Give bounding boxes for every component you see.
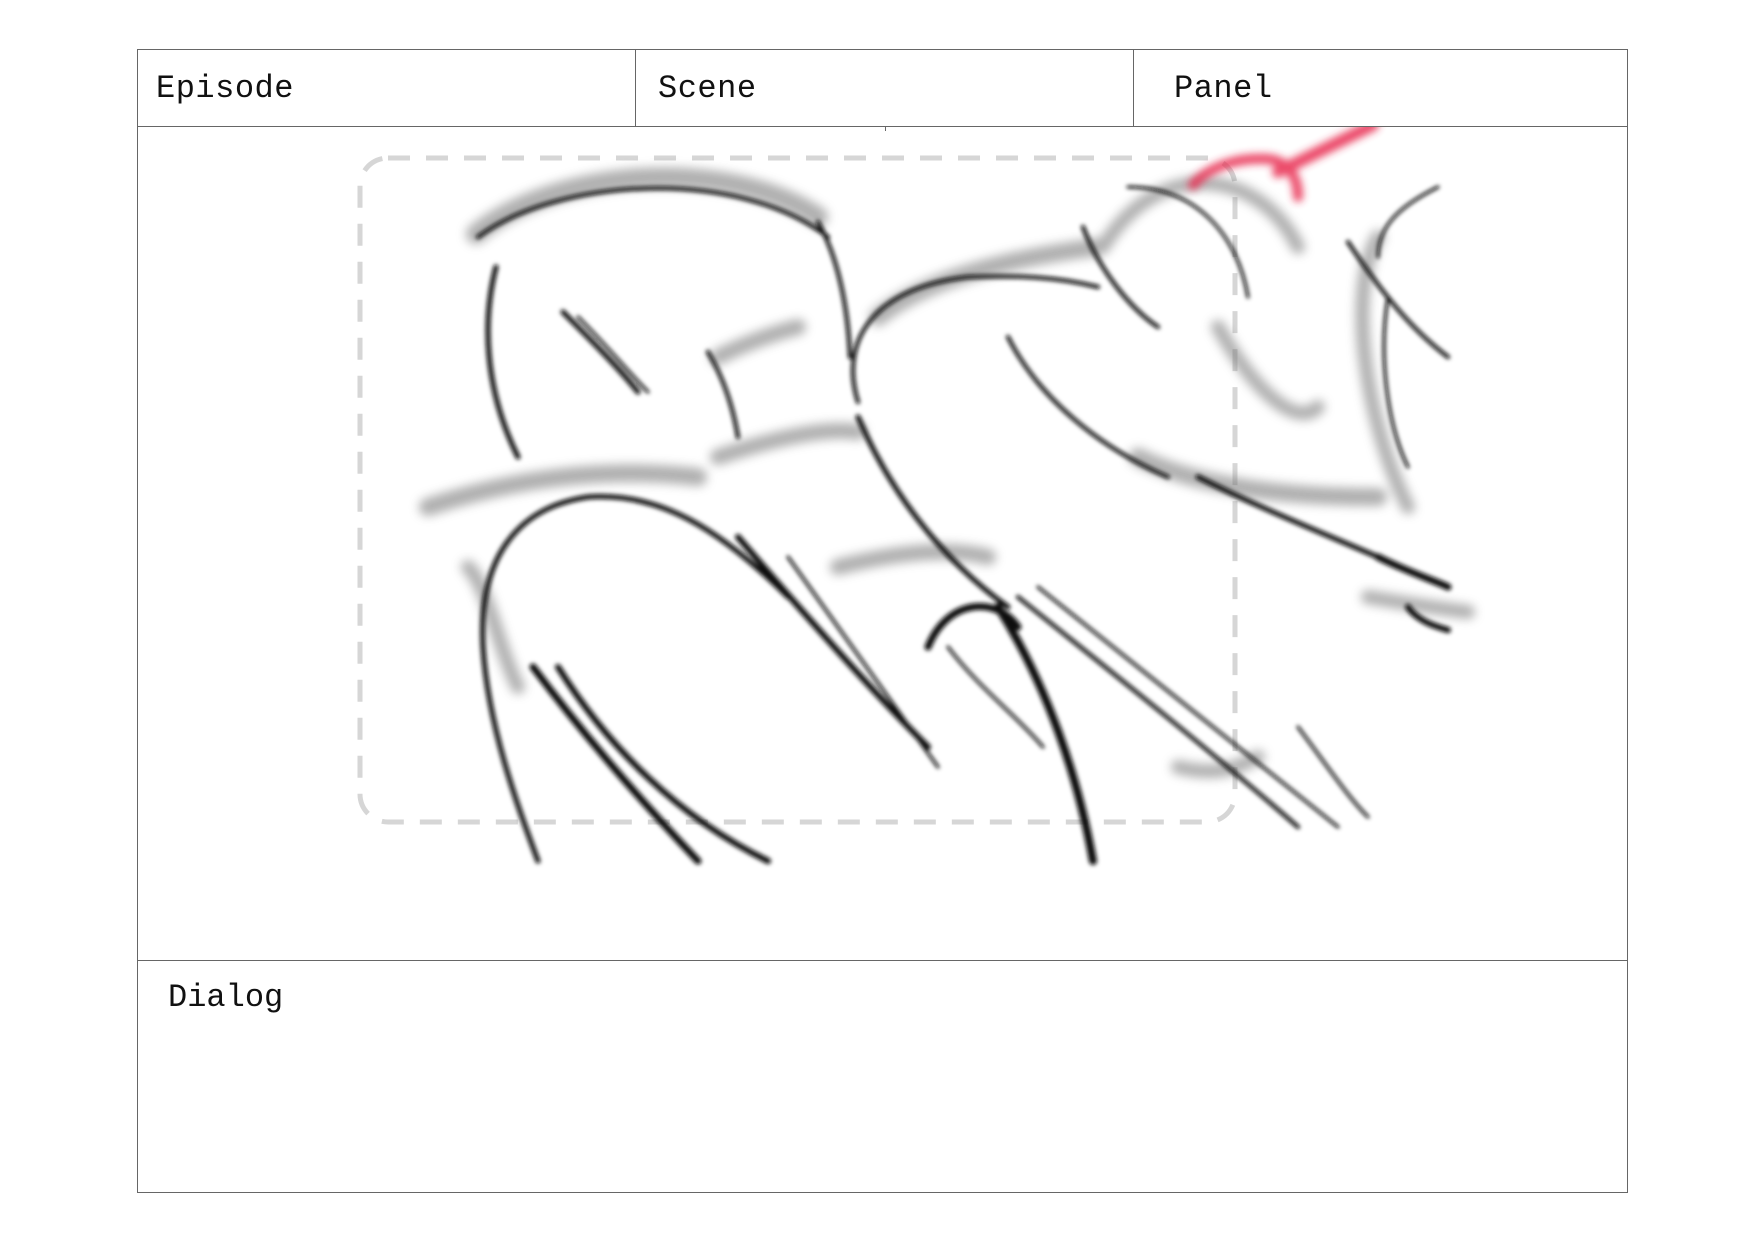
drawing-area[interactable] [138, 127, 1627, 961]
episode-field[interactable]: Episode [138, 50, 636, 126]
sketch-canvas [357, 127, 1475, 865]
scene-field[interactable]: Scene [636, 50, 1134, 126]
panel-header-row: Episode Scene Panel [138, 50, 1627, 127]
episode-label: Episode [156, 70, 294, 107]
dialog-area[interactable]: Dialog [138, 961, 1627, 1192]
sketch-lines [476, 185, 1452, 865]
sketch-shading [419, 167, 1475, 779]
dialog-label: Dialog [168, 979, 284, 1016]
panel-label: Panel [1174, 70, 1273, 107]
panel-field[interactable]: Panel [1134, 50, 1627, 126]
storyboard-sheet: Episode Scene Panel Dialog [137, 49, 1628, 1193]
scene-label: Scene [658, 70, 757, 107]
